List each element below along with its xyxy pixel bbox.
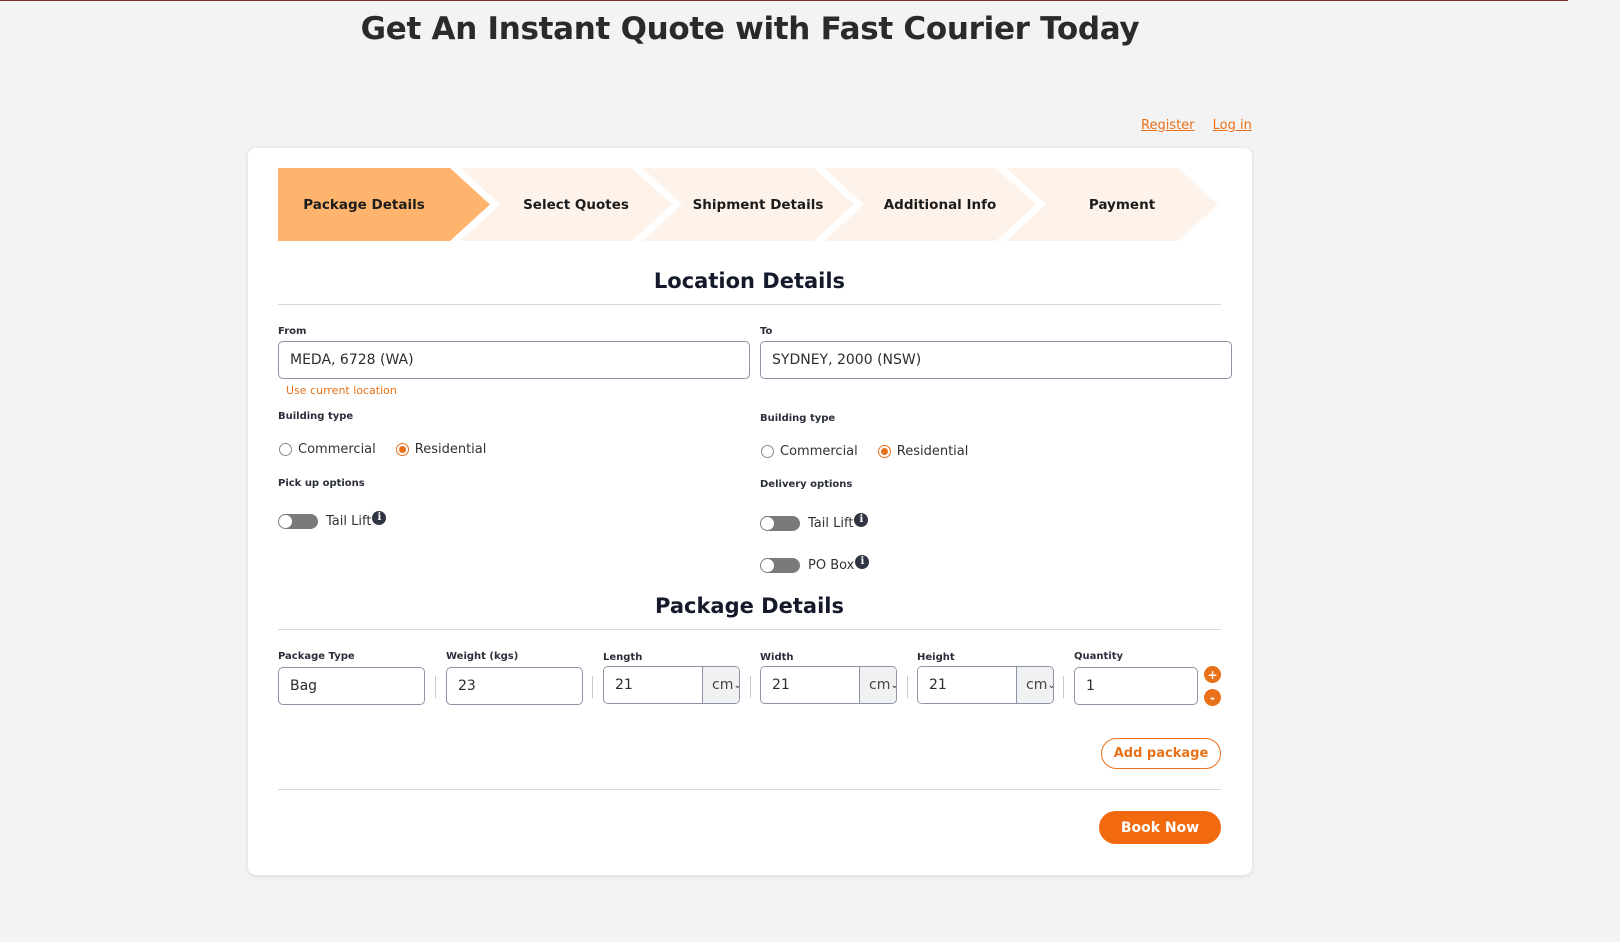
to-commercial-label: Commercial [780, 444, 858, 459]
pickup-options-label: Pick up options [278, 478, 365, 489]
from-label: From [278, 326, 307, 337]
to-residential-label: Residential [896, 444, 969, 459]
weight-input[interactable] [446, 667, 583, 705]
to-commercial-radio[interactable] [761, 445, 774, 458]
delivery-po-box-toggle[interactable] [760, 558, 800, 573]
delivery-po-box: PO Box i [760, 554, 870, 573]
length-field: cm⌄ [603, 666, 740, 704]
to-building-type: Commercial Residential [761, 444, 988, 459]
to-building-type-label: Building type [760, 413, 836, 424]
from-commercial-label: Commercial [298, 442, 376, 457]
quantity-label: Quantity [1074, 651, 1123, 662]
pickup-tail-lift: Tail Lift i [278, 510, 387, 529]
width-field: cm⌄ [760, 666, 897, 704]
from-residential-radio[interactable] [395, 443, 409, 456]
to-residential-radio[interactable] [877, 445, 891, 458]
pickup-tail-lift-label: Tail Lift [326, 514, 372, 529]
to-label: To [760, 326, 773, 337]
from-building-type-label: Building type [278, 411, 354, 422]
delivery-tail-lift-toggle[interactable] [760, 516, 800, 531]
info-icon[interactable]: i [372, 510, 387, 525]
quantity-decrement-button[interactable]: - [1204, 689, 1221, 706]
package-type-label: Package Type [278, 651, 355, 662]
info-icon[interactable]: i [854, 512, 869, 527]
to-input[interactable] [760, 341, 1232, 379]
pickup-tail-lift-toggle[interactable] [278, 514, 318, 529]
quote-card: Package Details Select Quotes Shipment D… [248, 148, 1252, 875]
location-details-title: Location Details [653, 269, 846, 293]
divider [907, 676, 908, 698]
add-package-button[interactable]: Add package [1101, 738, 1221, 769]
length-label: Length [603, 652, 643, 663]
use-current-location-link[interactable]: Use current location [286, 384, 397, 397]
book-now-button[interactable]: Book Now [1099, 811, 1221, 844]
divider [435, 676, 436, 698]
divider [278, 304, 1221, 305]
info-icon[interactable]: i [855, 554, 870, 569]
delivery-options-label: Delivery options [760, 479, 853, 490]
delivery-tail-lift-label: Tail Lift [808, 516, 854, 531]
step-shipment-details[interactable]: Shipment Details [642, 168, 854, 241]
width-unit-select[interactable]: cm⌄ [859, 667, 896, 703]
height-field: cm⌄ [917, 666, 1054, 704]
height-label: Height [917, 652, 955, 663]
from-building-type: Commercial Residential [279, 442, 506, 457]
login-link[interactable]: Log in [1213, 118, 1252, 133]
weight-label: Weight (kgs) [446, 651, 519, 662]
delivery-tail-lift: Tail Lift i [760, 512, 869, 531]
step-payment[interactable]: Payment [1006, 168, 1218, 241]
divider [278, 629, 1221, 630]
step-package-details[interactable]: Package Details [278, 168, 490, 241]
progress-steps: Package Details Select Quotes Shipment D… [278, 168, 1218, 241]
height-input[interactable] [918, 667, 1016, 703]
chevron-down-icon: ⌄ [1047, 680, 1053, 691]
length-input[interactable] [604, 667, 702, 703]
divider [592, 676, 593, 698]
chevron-down-icon: ⌄ [733, 680, 739, 691]
quantity-increment-button[interactable]: + [1204, 666, 1221, 683]
divider [750, 676, 751, 698]
register-link[interactable]: Register [1141, 118, 1195, 133]
length-unit-select[interactable]: cm⌄ [702, 667, 739, 703]
width-label: Width [760, 652, 794, 663]
divider [1063, 676, 1064, 698]
step-additional-info[interactable]: Additional Info [824, 168, 1036, 241]
package-type-input[interactable] [278, 667, 425, 705]
delivery-po-box-label: PO Box [808, 558, 855, 573]
auth-links: Register Log in [1141, 118, 1266, 133]
from-commercial-radio[interactable] [279, 443, 292, 456]
chevron-down-icon: ⌄ [890, 680, 896, 691]
width-input[interactable] [761, 667, 859, 703]
package-details-title: Package Details [655, 594, 844, 618]
divider [278, 789, 1221, 790]
height-unit-select[interactable]: cm⌄ [1016, 667, 1053, 703]
page-title: Get An Instant Quote with Fast Courier T… [360, 11, 1140, 47]
from-input[interactable] [278, 341, 750, 379]
quantity-input[interactable] [1074, 667, 1198, 705]
step-select-quotes[interactable]: Select Quotes [460, 168, 672, 241]
from-residential-label: Residential [414, 442, 487, 457]
